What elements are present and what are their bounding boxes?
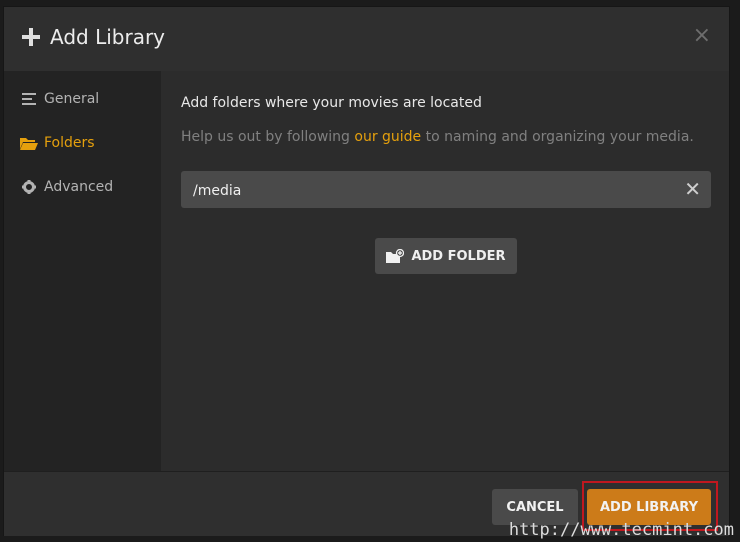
dialog-title: Add Library bbox=[50, 25, 166, 49]
dialog-header: Add Library × bbox=[4, 7, 729, 72]
folder-plus-icon bbox=[386, 248, 405, 264]
sidebar-item-label: Folders bbox=[44, 135, 95, 151]
sidebar-item-advanced[interactable]: Advanced bbox=[20, 175, 113, 199]
add-folder-label: ADD FOLDER bbox=[411, 248, 506, 264]
add-folder-button[interactable]: ADD FOLDER bbox=[375, 238, 517, 274]
help-text: Help us out by following our guide to na… bbox=[181, 129, 694, 145]
folder-path-input[interactable] bbox=[181, 171, 675, 210]
add-library-dialog: Add Library × General Folders Advanced A… bbox=[3, 6, 730, 536]
watermark-text: http://www.tecmint.com bbox=[508, 520, 734, 540]
help-suffix: to naming and organizing your media. bbox=[421, 129, 694, 145]
guide-link[interactable]: our guide bbox=[354, 129, 421, 145]
sidebar: General Folders Advanced bbox=[4, 71, 161, 471]
clear-folder-button[interactable]: ✕ bbox=[684, 177, 701, 201]
main-panel: Add folders where your movies are locate… bbox=[161, 71, 729, 471]
plus-icon bbox=[22, 28, 40, 46]
sidebar-item-general[interactable]: General bbox=[20, 87, 99, 111]
sidebar-item-folders[interactable]: Folders bbox=[20, 131, 95, 155]
folder-open-icon bbox=[20, 137, 38, 150]
folder-path-row: ✕ bbox=[181, 171, 711, 210]
gear-icon bbox=[20, 180, 38, 194]
help-prefix: Help us out by following bbox=[181, 129, 355, 145]
list-icon bbox=[20, 93, 38, 105]
sidebar-item-label: General bbox=[44, 91, 100, 107]
close-button[interactable]: × bbox=[693, 24, 711, 48]
section-heading: Add folders where your movies are locate… bbox=[181, 95, 482, 111]
sidebar-item-label: Advanced bbox=[44, 179, 114, 195]
